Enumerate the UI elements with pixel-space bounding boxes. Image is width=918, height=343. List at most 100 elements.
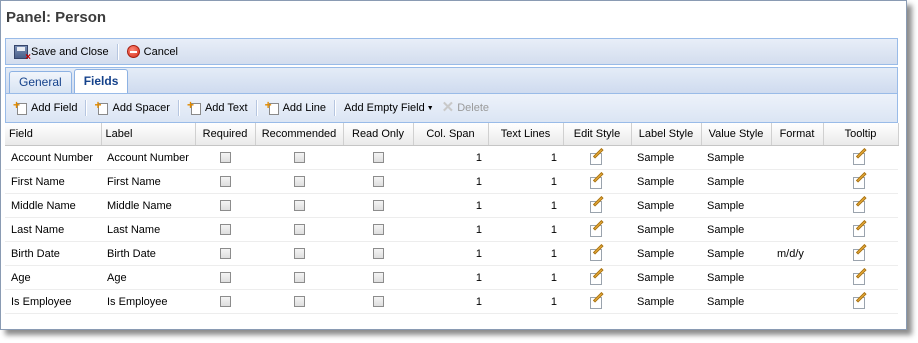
read-only-checkbox[interactable] [372, 248, 384, 260]
edit-style-pencil-icon[interactable] [589, 171, 605, 189]
cell-label[interactable]: First Name [101, 169, 195, 194]
edit-style-pencil-icon[interactable] [589, 291, 605, 309]
cell-label-style[interactable]: Sample [631, 265, 701, 290]
add-field-button[interactable]: + Add Field [10, 98, 81, 118]
cell-format[interactable] [771, 217, 823, 242]
cell-field[interactable]: Middle Name [5, 193, 101, 218]
column-header-read-only[interactable]: Read Only [343, 123, 414, 146]
cell-format[interactable] [771, 289, 823, 314]
required-checkbox[interactable] [219, 224, 231, 236]
required-checkbox[interactable] [219, 248, 231, 260]
cell-field[interactable]: Is Employee [5, 289, 101, 314]
save-and-close-button[interactable]: Save and Close [10, 42, 113, 63]
cell-col-span[interactable]: 1 [413, 289, 488, 314]
cell-col-span[interactable]: 1 [413, 169, 488, 194]
cell-label[interactable]: Age [101, 265, 195, 290]
cell-label-style[interactable]: Sample [631, 169, 701, 194]
cell-value-style[interactable]: Sample [701, 193, 771, 218]
tab-general[interactable]: General [9, 71, 72, 93]
cell-label-style[interactable]: Sample [631, 217, 701, 242]
cell-text-lines[interactable]: 1 [488, 241, 563, 266]
column-header-edit-style[interactable]: Edit Style [563, 123, 632, 146]
table-row[interactable]: Is Employee Is Employee 1 1 Sample Sample [5, 289, 898, 314]
required-checkbox[interactable] [219, 200, 231, 212]
column-header-col-span[interactable]: Col. Span [413, 123, 489, 146]
table-row[interactable]: Middle Name Middle Name 1 1 Sample Sample [5, 193, 898, 218]
cell-format[interactable] [771, 145, 823, 170]
table-row[interactable]: Birth Date Birth Date 1 1 Sample Sample m/d/y [5, 241, 898, 266]
cell-format[interactable] [771, 265, 823, 290]
cell-label-style[interactable]: Sample [631, 145, 701, 170]
cell-text-lines[interactable]: 1 [488, 217, 563, 242]
cell-text-lines[interactable]: 1 [488, 169, 563, 194]
edit-style-pencil-icon[interactable] [589, 243, 605, 261]
recommended-checkbox[interactable] [293, 296, 305, 308]
cell-text-lines[interactable]: 1 [488, 289, 563, 314]
cell-label[interactable]: Last Name [101, 217, 195, 242]
tooltip-pencil-icon[interactable] [853, 291, 868, 309]
cell-text-lines[interactable]: 1 [488, 145, 563, 170]
cell-col-span[interactable]: 1 [413, 217, 488, 242]
recommended-checkbox[interactable] [293, 248, 305, 260]
required-checkbox[interactable] [219, 272, 231, 284]
add-empty-field-dropdown[interactable]: Add Empty Field ▼ [340, 98, 438, 118]
cell-label[interactable]: Middle Name [101, 193, 195, 218]
recommended-checkbox[interactable] [293, 152, 305, 164]
column-header-format[interactable]: Format [771, 123, 824, 146]
cancel-button[interactable]: Cancel [123, 42, 182, 62]
cell-value-style[interactable]: Sample [701, 289, 771, 314]
cell-col-span[interactable]: 1 [413, 265, 488, 290]
cell-value-style[interactable]: Sample [701, 265, 771, 290]
cell-value-style[interactable]: Sample [701, 169, 771, 194]
cell-text-lines[interactable]: 1 [488, 193, 563, 218]
cell-format[interactable]: m/d/y [771, 241, 823, 266]
table-row[interactable]: Age Age 1 1 Sample Sample [5, 265, 898, 290]
cell-col-span[interactable]: 1 [413, 193, 488, 218]
delete-button[interactable]: ✕ Delete [438, 98, 493, 118]
cell-field[interactable]: Last Name [5, 217, 101, 242]
cell-label[interactable]: Is Employee [101, 289, 195, 314]
column-header-text-lines[interactable]: Text Lines [488, 123, 564, 146]
required-checkbox[interactable] [219, 152, 231, 164]
table-row[interactable]: Account Number Account Number 1 1 Sample Samp… [5, 145, 898, 170]
column-header-label-style[interactable]: Label Style [631, 123, 702, 146]
edit-style-pencil-icon[interactable] [589, 147, 605, 165]
add-spacer-button[interactable]: + Add Spacer [91, 98, 173, 118]
cell-value-style[interactable]: Sample [701, 145, 771, 170]
column-header-recommended[interactable]: Recommended [255, 123, 344, 146]
cell-label-style[interactable]: Sample [631, 193, 701, 218]
read-only-checkbox[interactable] [372, 152, 384, 164]
tooltip-pencil-icon[interactable] [853, 147, 868, 165]
tooltip-pencil-icon[interactable] [853, 243, 868, 261]
cell-field[interactable]: Account Number [5, 145, 101, 170]
cell-value-style[interactable]: Sample [701, 217, 771, 242]
column-header-value-style[interactable]: Value Style [701, 123, 772, 146]
column-header-label[interactable]: Label [101, 123, 196, 146]
cell-field[interactable]: Age [5, 265, 101, 290]
recommended-checkbox[interactable] [293, 272, 305, 284]
add-line-button[interactable]: + Add Line [262, 98, 330, 118]
cell-label-style[interactable]: Sample [631, 241, 701, 266]
edit-style-pencil-icon[interactable] [589, 219, 605, 237]
recommended-checkbox[interactable] [293, 176, 305, 188]
tooltip-pencil-icon[interactable] [853, 267, 868, 285]
cell-format[interactable] [771, 193, 823, 218]
cell-col-span[interactable]: 1 [413, 241, 488, 266]
column-header-required[interactable]: Required [195, 123, 256, 146]
read-only-checkbox[interactable] [372, 224, 384, 236]
cell-label[interactable]: Birth Date [101, 241, 195, 266]
column-header-field[interactable]: Field [5, 123, 102, 146]
cell-text-lines[interactable]: 1 [488, 265, 563, 290]
required-checkbox[interactable] [219, 176, 231, 188]
cell-field[interactable]: First Name [5, 169, 101, 194]
recommended-checkbox[interactable] [293, 224, 305, 236]
read-only-checkbox[interactable] [372, 200, 384, 212]
cell-label-style[interactable]: Sample [631, 289, 701, 314]
tooltip-pencil-icon[interactable] [853, 219, 868, 237]
table-row[interactable]: First Name First Name 1 1 Sample Sample [5, 169, 898, 194]
add-text-button[interactable]: + Add Text [184, 98, 252, 118]
tab-fields[interactable]: Fields [73, 69, 129, 93]
table-row[interactable]: Last Name Last Name 1 1 Sample Sample [5, 217, 898, 242]
read-only-checkbox[interactable] [372, 296, 384, 308]
tooltip-pencil-icon[interactable] [853, 195, 868, 213]
